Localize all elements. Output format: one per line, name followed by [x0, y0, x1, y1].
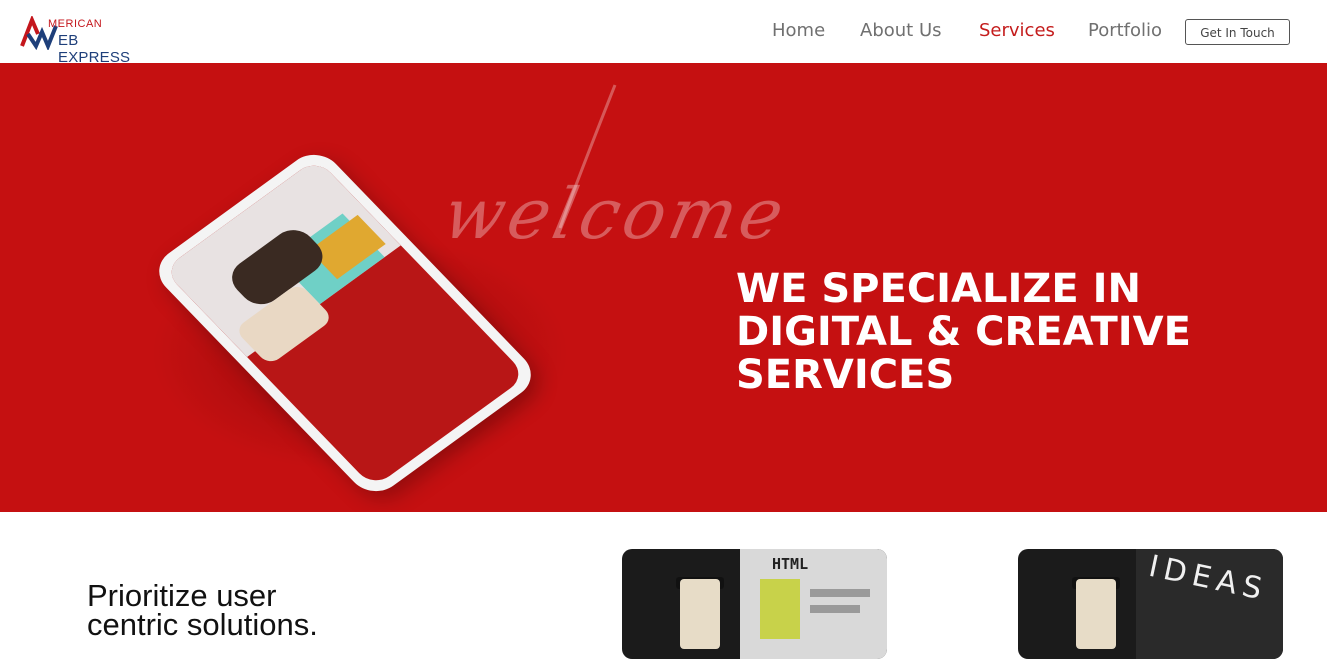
card-label-html: HTML [772, 555, 809, 573]
section-title: Prioritize user centric solutions. [87, 578, 407, 642]
hero-headline-line-1: WE SPECIALIZE IN [736, 265, 1141, 312]
service-card-html[interactable]: HTML [622, 549, 887, 659]
hero-headline-line-3: SERVICES [736, 351, 955, 398]
coffee-cup [680, 579, 720, 649]
nav-about-us[interactable]: About Us [860, 20, 942, 41]
section-title-line-1: Prioritize user [87, 578, 277, 613]
hero-headline-line-2: DIGITAL & CREATIVE [736, 308, 1191, 355]
get-in-touch-button[interactable]: Get In Touch [1185, 19, 1290, 45]
hero-banner: welcome WE SPECIALIZE IN DIGITAL & CREAT… [0, 63, 1327, 512]
section-title-line-2: centric solutions. [87, 607, 318, 642]
main-nav: Home About Us Services Portfolio [0, 20, 1327, 44]
nav-services[interactable]: Services [979, 20, 1055, 41]
coffee-cup [1076, 579, 1116, 649]
service-card-ideas[interactable]: IDEAS [1018, 549, 1283, 659]
laptop-screen-image [740, 549, 887, 659]
hero-headline: WE SPECIALIZE IN DIGITAL & CREATIVE SERV… [736, 265, 1296, 398]
site-header: MERICAN EB EXPRESS Home About Us Service… [0, 0, 1327, 66]
nav-portfolio[interactable]: Portfolio [1088, 20, 1162, 41]
nav-home[interactable]: Home [772, 20, 825, 41]
